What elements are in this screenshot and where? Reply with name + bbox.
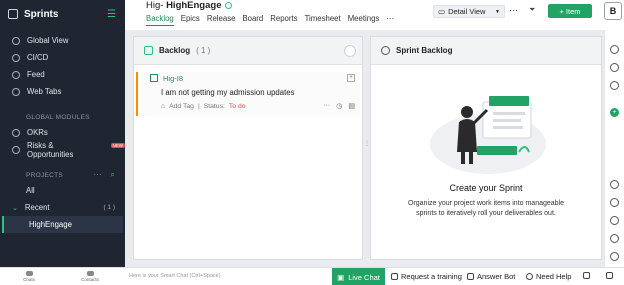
- tab-meetings[interactable]: Meetings: [348, 14, 380, 26]
- apps-grid-icon[interactable]: [606, 272, 613, 279]
- info-icon[interactable]: [225, 1, 233, 9]
- item-actions: ··· ◷ ▤: [323, 102, 355, 110]
- new-badge: NEW: [110, 143, 125, 148]
- bell-icon[interactable]: [610, 81, 619, 90]
- sidebar-item-highengage[interactable]: HighEngage: [2, 216, 123, 233]
- sidebar-item-global-view[interactable]: Global View: [0, 32, 125, 49]
- create-sprint-title: Create your Sprint: [449, 183, 523, 193]
- sidebar-item-web-tabs[interactable]: Web Tabs: [0, 83, 125, 100]
- search-icon[interactable]: [344, 44, 356, 57]
- live-chat-button[interactable]: ▣ Live Chat: [332, 268, 385, 285]
- bottom-bar: Chats Contacts Here is your Smart Chat (…: [0, 267, 624, 285]
- avatar[interactable]: B: [604, 2, 622, 20]
- tab-release[interactable]: Release: [207, 14, 236, 26]
- search-icon[interactable]: [610, 45, 619, 54]
- training-icon: [391, 273, 398, 280]
- sprint-icon: [381, 46, 390, 55]
- compass-icon[interactable]: [610, 234, 619, 243]
- integration-icon[interactable]: [610, 198, 619, 207]
- app-name: Sprints: [24, 8, 59, 20]
- contacts-icon: [86, 271, 94, 276]
- project-search-icon[interactable]: ⌕: [110, 170, 115, 180]
- sidebar-toggle-icon[interactable]: ☰: [107, 9, 116, 20]
- feed-icon: [12, 70, 20, 79]
- add-tag-link[interactable]: Add Tag: [169, 103, 194, 110]
- smart-chat-input[interactable]: Here is your Smart Chat (Ctrl+Space): [129, 273, 221, 279]
- sidebar-item-all[interactable]: All: [0, 182, 125, 199]
- item-meta: ⌂ Add Tag | Status: To do: [161, 103, 246, 110]
- tab-backlog[interactable]: Backlog: [146, 14, 174, 26]
- directory-icon[interactable]: [583, 272, 590, 279]
- live-chat-icon: ▣: [337, 272, 345, 282]
- help-icon: [526, 273, 533, 280]
- answer-bot-button[interactable]: Answer Bot: [467, 272, 515, 281]
- comment-icon[interactable]: ▤: [348, 102, 355, 110]
- right-rail: +: [604, 30, 624, 267]
- globe-icon: [12, 36, 20, 45]
- status-value[interactable]: To do: [229, 103, 246, 110]
- sidebar: Sprints ☰ Global View CI/CD Feed Web Tab…: [0, 0, 125, 267]
- clock-icon[interactable]: ◷: [336, 102, 342, 110]
- web-tabs-icon: [12, 87, 20, 96]
- chats-button[interactable]: Chats: [19, 271, 39, 282]
- tag-icon: ⌂: [161, 103, 166, 110]
- project-more-icon[interactable]: ···: [93, 170, 102, 180]
- item-id[interactable]: Hig-I8: [150, 74, 183, 83]
- brand: Sprints ☰: [0, 0, 125, 28]
- sidebar-item-cicd[interactable]: CI/CD: [0, 49, 125, 66]
- tab-reports[interactable]: Reports: [270, 14, 297, 26]
- tab-bar: Backlog Epics Release Board Reports Time…: [146, 14, 394, 26]
- item-title[interactable]: I am not getting my admission updates: [161, 88, 294, 97]
- tab-board[interactable]: Board: [242, 14, 263, 26]
- create-sprint-illustration: [430, 96, 546, 174]
- filter-icon[interactable]: ⏷: [529, 5, 535, 15]
- request-training-button[interactable]: Request a training: [391, 272, 462, 281]
- tab-more[interactable]: ···: [386, 14, 394, 26]
- sidebar-item-risks[interactable]: Risks & Opportunities NEW: [0, 141, 125, 159]
- okr-icon: [12, 128, 20, 137]
- project-title: Hig- HighEngage: [146, 0, 233, 11]
- quick-add-icon[interactable]: +: [610, 108, 619, 117]
- sprint-backlog-header: Sprint Backlog: [371, 37, 601, 65]
- more-options-icon[interactable]: ···: [509, 5, 518, 15]
- resize-handle-icon[interactable]: ⋮⋮: [364, 140, 376, 152]
- chat-icon: [25, 271, 33, 276]
- sprint-backlog-panel: Sprint Backlog Create your Sprint Organi…: [370, 36, 602, 260]
- apps-icon[interactable]: [610, 252, 619, 261]
- timer-icon[interactable]: [610, 63, 619, 72]
- sidebar-item-recent[interactable]: ⌄ Recent ( 1 ): [0, 199, 125, 216]
- global-modules-heading: GLOBAL MODULES: [26, 113, 90, 121]
- view-select[interactable]: ▭ Detail View ▼: [433, 5, 505, 18]
- tab-timesheet[interactable]: Timesheet: [305, 14, 341, 26]
- recent-count: ( 1 ): [103, 204, 115, 211]
- create-sprint-description: Organize your project work items into ma…: [407, 200, 565, 217]
- cicd-icon: [12, 53, 20, 62]
- backlog-header: Backlog ( 1 ): [134, 37, 362, 65]
- tab-epics[interactable]: Epics: [181, 14, 200, 26]
- add-subitem-icon[interactable]: +: [347, 74, 355, 82]
- need-help-button[interactable]: Need Help: [526, 272, 571, 281]
- chevron-down-icon: ⌄: [12, 204, 18, 212]
- backlog-panel: Backlog ( 1 ) Hig-I8 + I am not getting …: [133, 36, 363, 260]
- work-item-card[interactable]: Hig-I8 + I am not getting my admission u…: [136, 72, 360, 116]
- view-icon: ▭: [438, 7, 446, 16]
- sprints-logo-icon: [8, 9, 18, 19]
- sidebar-item-feed[interactable]: Feed: [0, 66, 125, 83]
- backlog-count: ( 1 ): [196, 46, 211, 55]
- backlog-icon: [144, 46, 153, 55]
- more-icon[interactable]: ···: [323, 102, 330, 110]
- bug-icon[interactable]: [610, 216, 619, 225]
- add-item-button[interactable]: + Item: [548, 4, 592, 18]
- bot-icon: [467, 273, 474, 280]
- sidebar-item-okrs[interactable]: OKRs: [0, 124, 125, 141]
- caret-down-icon: ▼: [495, 8, 500, 15]
- contacts-button[interactable]: Contacts: [80, 271, 100, 282]
- settings-icon[interactable]: [610, 180, 619, 189]
- risks-icon: [12, 145, 20, 154]
- projects-heading: PROJECTS ··· ⌕: [26, 170, 115, 180]
- top-header: Hig- HighEngage Backlog Epics Release Bo…: [125, 0, 624, 30]
